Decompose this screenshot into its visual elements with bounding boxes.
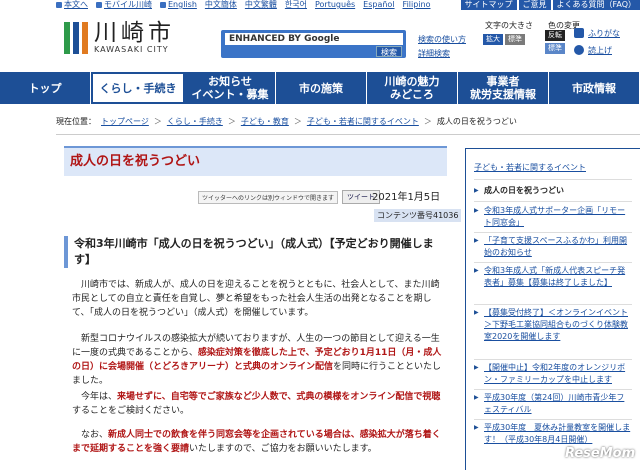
paragraph-online: 今年は、来場せずに、自宅等でご家族など少人数で、式典の模様をオンライン配信で視聴… bbox=[72, 390, 447, 418]
nav-policy[interactable]: 市の施策 bbox=[276, 72, 367, 104]
top-utility-bar: 本文へ モバイル川崎 English 中文簡体 中文繁體 한국어 Portugu… bbox=[0, 0, 640, 10]
font-enlarge-button[interactable]: 拡大 bbox=[483, 34, 503, 45]
emphasis-text: 来場せずに、自宅等でご家族など少人数で、式典の模様をオンライン配信で視聴 bbox=[117, 392, 441, 402]
sidebar-item[interactable]: 令和3年成人式「新成人代表スピーチ発表者」募集【募集は終了しました】 bbox=[474, 265, 632, 289]
breadcrumb-label: 現在位置： bbox=[56, 117, 96, 126]
sidebar-item[interactable]: 【募集受付終了】＜オンラインイベント＞下野毛工業協同組合ものづくり体験教室202… bbox=[474, 307, 632, 343]
lang-zh-hant[interactable]: 中文繁體 bbox=[245, 0, 277, 10]
furigana-link[interactable]: ふりがな bbox=[588, 28, 620, 39]
furigana-icon bbox=[574, 28, 584, 38]
mobile-link[interactable]: モバイル川崎 bbox=[96, 0, 152, 10]
google-provider-label: ENHANCED BY Google bbox=[229, 34, 340, 44]
share-row: ツイッターへのリンクは別ウィンドウで開きます ツイート bbox=[198, 190, 381, 204]
sidebar-item[interactable]: 平成30年度 夏休み計量教室を開催します！（平成30年8月4日開催） bbox=[474, 422, 632, 446]
site-search: ENHANCED BY Google 検索 bbox=[221, 30, 406, 58]
chevron-right-icon: ＞ bbox=[153, 117, 162, 126]
paragraph-text: なお、 bbox=[81, 430, 109, 440]
chevron-right-icon: ＞ bbox=[423, 117, 432, 126]
utility-links: 本文へ モバイル川崎 English 中文簡体 中文繁體 한국어 Portugu… bbox=[56, 0, 431, 10]
color-invert-button[interactable]: 反転 bbox=[545, 30, 565, 41]
lang-zh-hans[interactable]: 中文簡体 bbox=[205, 0, 237, 10]
nav-top[interactable]: トップ bbox=[0, 72, 91, 104]
paragraph-covid: 新型コロナウイルスの感染拡大が続いておりますが、人生の一つの節目として迎える一生… bbox=[72, 332, 447, 388]
divider bbox=[474, 304, 632, 305]
nav-business[interactable]: 事業者 就労支援情報 bbox=[458, 72, 549, 104]
sidebar-item[interactable]: 平成30年度（第24回）川崎市青少年フェスティバル bbox=[474, 392, 632, 416]
speaker-icon bbox=[574, 45, 584, 55]
arrow-icon bbox=[56, 2, 62, 8]
breadcrumb-item[interactable]: くらし・手続き bbox=[167, 116, 223, 127]
divider bbox=[474, 201, 632, 202]
search-input[interactable]: ENHANCED BY Google bbox=[225, 33, 403, 45]
nav-city-info[interactable]: 市政情報 bbox=[549, 72, 640, 104]
divider bbox=[474, 359, 632, 360]
logo-en: KAWASAKI CITY bbox=[94, 45, 169, 54]
paragraph-request: なお、新成人同士での飲食を伴う同窓会等を企画されている場合は、感染拡大が落ち着く… bbox=[72, 428, 447, 456]
tweet-note: ツイッターへのリンクは別ウィンドウで開きます bbox=[198, 190, 339, 204]
sidebar-category-link[interactable]: 子ども・若者に関するイベント bbox=[474, 162, 586, 173]
globe-icon bbox=[160, 2, 166, 8]
logo-bar-orange bbox=[82, 21, 88, 54]
font-size-label: 文字の大きさ bbox=[485, 21, 533, 30]
paragraph-intro: 川崎市では、新成人が、成人の日を迎えることを祝うとともに、社会人として、また川崎… bbox=[72, 280, 440, 318]
divider bbox=[474, 262, 632, 263]
site-logo[interactable]: 川崎市 KAWASAKI CITY bbox=[64, 21, 175, 54]
faq-link[interactable]: よくある質問（FAQ） bbox=[552, 0, 640, 10]
page-title: 成人の日を祝うつどい bbox=[70, 154, 201, 169]
sitemap-link[interactable]: サイトマップ bbox=[460, 0, 517, 10]
nav-attractions[interactable]: 川崎の魅力 みどころ bbox=[367, 72, 458, 104]
lang-english[interactable]: English bbox=[160, 0, 197, 10]
divider bbox=[474, 419, 632, 420]
breadcrumb-item[interactable]: 子ども・教育 bbox=[241, 116, 289, 127]
skip-to-content-link[interactable]: 本文へ bbox=[56, 0, 88, 10]
breadcrumb-item[interactable]: 子ども・若者に関するイベント bbox=[307, 116, 419, 127]
lang-filipino[interactable]: Filipino bbox=[403, 0, 431, 10]
lang-portuguese[interactable]: Português bbox=[315, 0, 355, 10]
sidebar-item-current: 成人の日を祝うつどい bbox=[474, 185, 632, 197]
read-aloud-link[interactable]: 読上げ bbox=[588, 45, 612, 56]
color-standard-button[interactable]: 標準 bbox=[545, 43, 565, 54]
phone-icon bbox=[96, 2, 102, 8]
publish-date: 2021年1月5日 bbox=[372, 192, 441, 203]
divider bbox=[474, 232, 632, 233]
nav-news-events[interactable]: お知らせ イベント・募集 bbox=[185, 72, 276, 104]
utility-right-links: サイトマップ ご意見 よくある質問（FAQ） bbox=[460, 0, 640, 10]
chevron-right-icon: ＞ bbox=[293, 117, 302, 126]
divider bbox=[474, 389, 632, 390]
logo-bar-blue bbox=[73, 21, 79, 54]
search-button[interactable]: 検索 bbox=[376, 46, 402, 57]
font-standard-button[interactable]: 標準 bbox=[505, 34, 525, 45]
lang-spanish[interactable]: Español bbox=[363, 0, 394, 10]
section-heading: 令和3年川崎市「成人の日を祝うつどい」（成人式）【予定どおり開催します】 bbox=[64, 236, 447, 268]
sidebar-item[interactable]: 【開催中止】令和2年度のオレンジリボン・ファミリーカップを中止します bbox=[474, 362, 632, 386]
nav-living[interactable]: くらし・手続き bbox=[91, 72, 185, 104]
divider bbox=[474, 179, 632, 180]
logo-name: 川崎市 bbox=[94, 20, 175, 46]
related-events-sidebar: 子ども・若者に関するイベント 成人の日を祝うつどい 令和3年成人式サポーター企画… bbox=[465, 148, 640, 470]
logo-mark bbox=[64, 21, 88, 54]
feedback-link[interactable]: ご意見 bbox=[518, 0, 551, 10]
paragraph-text: いたしますので、ご協力をお願いいたします。 bbox=[189, 444, 377, 454]
chevron-right-icon: ＞ bbox=[227, 117, 236, 126]
watermark-logo: ReseMom bbox=[565, 446, 636, 461]
paragraph-text: 今年は、 bbox=[81, 392, 118, 402]
page-title-box: 成人の日を祝うつどい bbox=[64, 146, 447, 176]
global-nav: トップ くらし・手続き お知らせ イベント・募集 市の施策 川崎の魅力 みどころ… bbox=[0, 72, 640, 104]
sidebar-item[interactable]: 「子育て支援スペースふるかわ」利用開始のお知らせ bbox=[474, 235, 632, 259]
divider bbox=[56, 134, 640, 135]
detailed-search-link[interactable]: 詳細検索 bbox=[418, 48, 450, 59]
breadcrumb-item[interactable]: トップページ bbox=[101, 116, 149, 127]
search-help-link[interactable]: 検索の使い方 bbox=[418, 34, 466, 45]
sidebar-item[interactable]: 令和3年成人式サポーター企画「リモート同窓会」 bbox=[474, 205, 632, 229]
paragraph-text: することをご検討ください。 bbox=[72, 406, 190, 416]
breadcrumb-current: 成人の日を祝うつどい bbox=[436, 117, 517, 126]
breadcrumb: 現在位置： トップページ ＞ くらし・手続き ＞ 子ども・教育 ＞ 子ども・若者… bbox=[56, 116, 517, 127]
content-number: コンテンツ番号41036 bbox=[374, 209, 462, 222]
lang-korean[interactable]: 한국어 bbox=[285, 0, 307, 10]
logo-bar-green bbox=[64, 21, 70, 54]
